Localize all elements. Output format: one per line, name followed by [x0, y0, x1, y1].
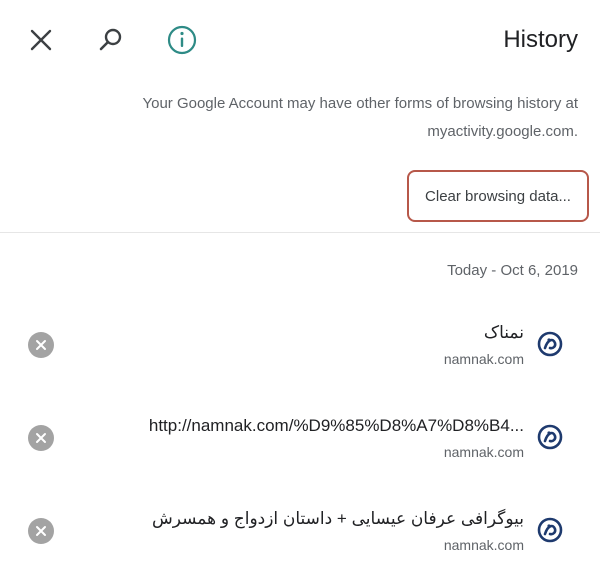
myactivity-link[interactable]: myactivity.google.com. [427, 123, 578, 140]
page-title: History [503, 26, 578, 53]
clear-browsing-data-button[interactable]: Clear browsing data... [407, 170, 589, 222]
history-item[interactable]: http://namnak.com/%D9%85%D8%A7%D8%B4... … [0, 401, 600, 481]
history-item-domain: namnak.com [443, 444, 524, 460]
remove-item-button[interactable] [28, 425, 54, 451]
history-item-title: بیوگرافی عرفان عیسایی + داستان ازدواج و … [152, 509, 524, 528]
namnak-favicon-icon [536, 516, 564, 544]
remove-item-button[interactable] [28, 518, 54, 544]
history-item-title: http://namnak.com/%D9%85%D8%A7%D8%B4... [148, 416, 524, 435]
close-button[interactable] [19, 18, 63, 62]
remove-icon [36, 433, 46, 443]
history-item-domain: namnak.com [443, 537, 524, 553]
history-item-domain: namnak.com [443, 351, 524, 367]
history-item-texts: بیوگرافی عرفان عیسایی + داستان ازدواج و … [82, 508, 524, 554]
close-icon [30, 29, 52, 51]
namnak-favicon-icon [536, 330, 564, 358]
history-item-texts: http://namnak.com/%D9%85%D8%A7%D8%B4... … [82, 415, 524, 461]
history-item-title: نمناک [483, 323, 524, 342]
top-bar: History [0, 0, 600, 80]
info-icon [167, 25, 197, 55]
remove-item-button[interactable] [28, 332, 54, 358]
notice-text: Your Google Account may have other forms… [142, 95, 578, 112]
date-header: Today - Oct 6, 2019 [447, 262, 578, 279]
remove-icon [36, 340, 46, 350]
search-icon [99, 28, 122, 51]
history-item[interactable]: نمناک namnak.com [0, 308, 600, 388]
info-button[interactable] [160, 18, 204, 62]
search-button[interactable] [89, 18, 133, 62]
remove-icon [36, 526, 46, 536]
history-item[interactable]: بیوگرافی عرفان عیسایی + داستان ازدواج و … [0, 494, 600, 574]
history-notice: Your Google Account may have other forms… [88, 90, 578, 146]
history-item-texts: نمناک namnak.com [82, 322, 524, 368]
divider [0, 232, 600, 233]
namnak-favicon-icon [536, 423, 564, 451]
